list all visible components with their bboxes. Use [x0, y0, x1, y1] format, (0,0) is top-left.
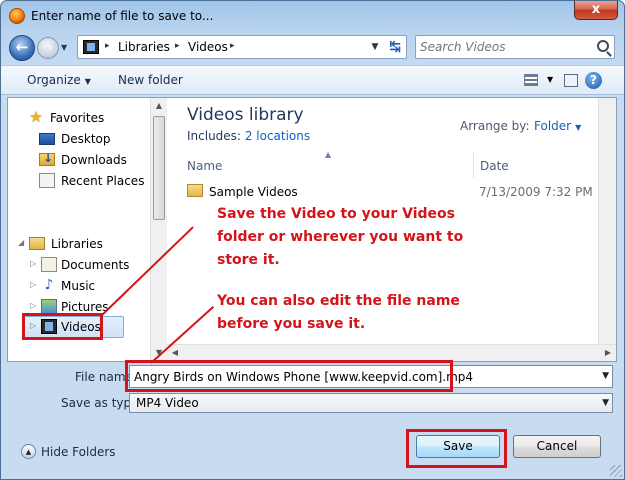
nav-music-label: Music [61, 279, 96, 293]
chevron-up-icon: ▲ [21, 444, 36, 459]
table-row[interactable]: Sample Videos 7/13/2009 7:32 PM [187, 182, 593, 202]
chevron-right-icon[interactable]: ▸ [105, 41, 110, 51]
scroll-right-icon[interactable]: ▶ [600, 345, 616, 361]
new-folder-button[interactable]: New folder [118, 73, 183, 87]
address-bar[interactable]: ▸ Libraries ▸ Videos ▸ ▼ [77, 35, 407, 59]
arrange-by-dropdown[interactable]: Folder ▼ [534, 119, 581, 133]
chevron-right-icon[interactable]: ▸ [175, 41, 180, 51]
chevron-down-icon[interactable]: ▼ [602, 398, 609, 408]
chevron-down-icon: ▼ [575, 123, 582, 132]
annotation-text: Save the Video to your Videos [217, 206, 455, 222]
nav-pictures-label: Pictures [61, 300, 109, 314]
videos-highlight-box [22, 313, 103, 340]
nav-downloads-label: Downloads [61, 153, 127, 167]
save-dialog-window: Enter name of file to save to... x ← → ▼… [0, 0, 625, 480]
file-date: 7/13/2009 7:32 PM [479, 185, 593, 199]
refresh-icon[interactable]: ↹ [383, 35, 407, 59]
locations-link[interactable]: 2 locations [245, 129, 310, 143]
sort-ascending-icon: ▲ [325, 150, 332, 159]
star-icon: ★ [29, 108, 43, 126]
annotation-text: store it. [217, 252, 280, 268]
column-divider[interactable] [473, 152, 474, 178]
library-title: Videos library [187, 105, 304, 125]
nav-scroll-thumb[interactable] [153, 116, 165, 220]
command-toolbar: Organize ▼ New folder ▼ ? [1, 65, 624, 95]
downloads-icon [39, 151, 55, 166]
close-button[interactable]: x [574, 1, 618, 20]
change-view-icon[interactable] [524, 74, 538, 86]
nav-pane-scrollbar[interactable]: ▲ ▼ [150, 98, 167, 361]
recent-pages-dropdown-icon[interactable]: ▼ [61, 43, 67, 52]
view-options-dropdown-icon[interactable]: ▼ [547, 75, 553, 84]
file-list-vertical-scrollbar[interactable] [598, 98, 616, 344]
folder-icon [187, 184, 203, 197]
music-icon: ♪ [44, 277, 54, 293]
scroll-up-icon[interactable]: ▲ [151, 98, 167, 114]
documents-icon [41, 257, 57, 272]
help-icon[interactable]: ? [585, 72, 602, 89]
organize-button[interactable]: Organize ▼ [27, 73, 91, 87]
column-name-label: Name [187, 159, 223, 173]
preview-pane-icon[interactable] [564, 74, 578, 87]
back-button[interactable]: ← [9, 35, 35, 61]
chevron-right-icon[interactable]: ▸ [230, 41, 235, 51]
nav-documents-label: Documents [61, 258, 130, 272]
expand-arrow-icon[interactable]: ▷ [30, 301, 36, 310]
title-bar: Enter name of file to save to... x [1, 1, 624, 31]
resize-grip-icon[interactable] [610, 465, 622, 477]
expand-arrow-icon[interactable]: ▷ [30, 259, 36, 268]
libraries-icon [29, 237, 45, 250]
search-icon[interactable] [597, 40, 609, 52]
save-highlight-box [406, 429, 507, 468]
annotation-text: before you save it. [217, 316, 366, 332]
arrange-by-label: Arrange by: [460, 119, 530, 133]
cancel-button[interactable]: Cancel [513, 435, 601, 458]
breadcrumb-libraries[interactable]: Libraries [118, 40, 170, 54]
nav-libraries-label: Libraries [51, 237, 103, 251]
column-date-label: Date [480, 159, 509, 173]
recent-places-icon [39, 173, 55, 188]
search-box[interactable] [415, 35, 615, 59]
chevron-down-icon: ▼ [84, 77, 91, 86]
expand-arrow-icon[interactable]: ▷ [30, 280, 36, 289]
filename-highlight-box [125, 360, 453, 392]
search-input[interactable] [420, 39, 590, 55]
pictures-icon [41, 299, 57, 314]
nav-recent-places-label: Recent Places [61, 174, 145, 188]
organize-label: Organize [27, 73, 81, 87]
annotation-text: You can also edit the file name [217, 293, 460, 309]
file-name: Sample Videos [209, 185, 298, 199]
address-history-dropdown-icon[interactable]: ▼ [366, 37, 384, 57]
chevron-down-icon[interactable]: ▼ [602, 371, 609, 381]
window-title: Enter name of file to save to... [31, 9, 214, 23]
includes-label: Includes: [187, 129, 241, 143]
address-row: ← → ▼ ▸ Libraries ▸ Videos ▸ ▼ ↹ [1, 31, 624, 63]
save-as-type-select[interactable]: MP4 Video ▼ [129, 393, 613, 413]
annotation-text: folder or wherever you want to [217, 229, 464, 245]
save-as-type-value: MP4 Video [136, 396, 199, 410]
desktop-icon [39, 133, 55, 145]
videos-library-icon [83, 40, 99, 54]
breadcrumb-videos[interactable]: Videos [188, 40, 228, 54]
nav-favorites-label: Favorites [50, 111, 105, 125]
forward-button[interactable]: → [37, 37, 59, 59]
file-list-horizontal-scrollbar[interactable]: ◀ ▶ [167, 344, 616, 361]
firefox-icon [9, 8, 25, 24]
nav-desktop-label: Desktop [61, 132, 111, 146]
library-includes: Includes: 2 locations [187, 129, 310, 143]
arrange-by-value: Folder [534, 119, 572, 133]
collapse-arrow-icon[interactable]: ◢ [18, 238, 24, 247]
hide-folders-label: Hide Folders [41, 445, 116, 459]
